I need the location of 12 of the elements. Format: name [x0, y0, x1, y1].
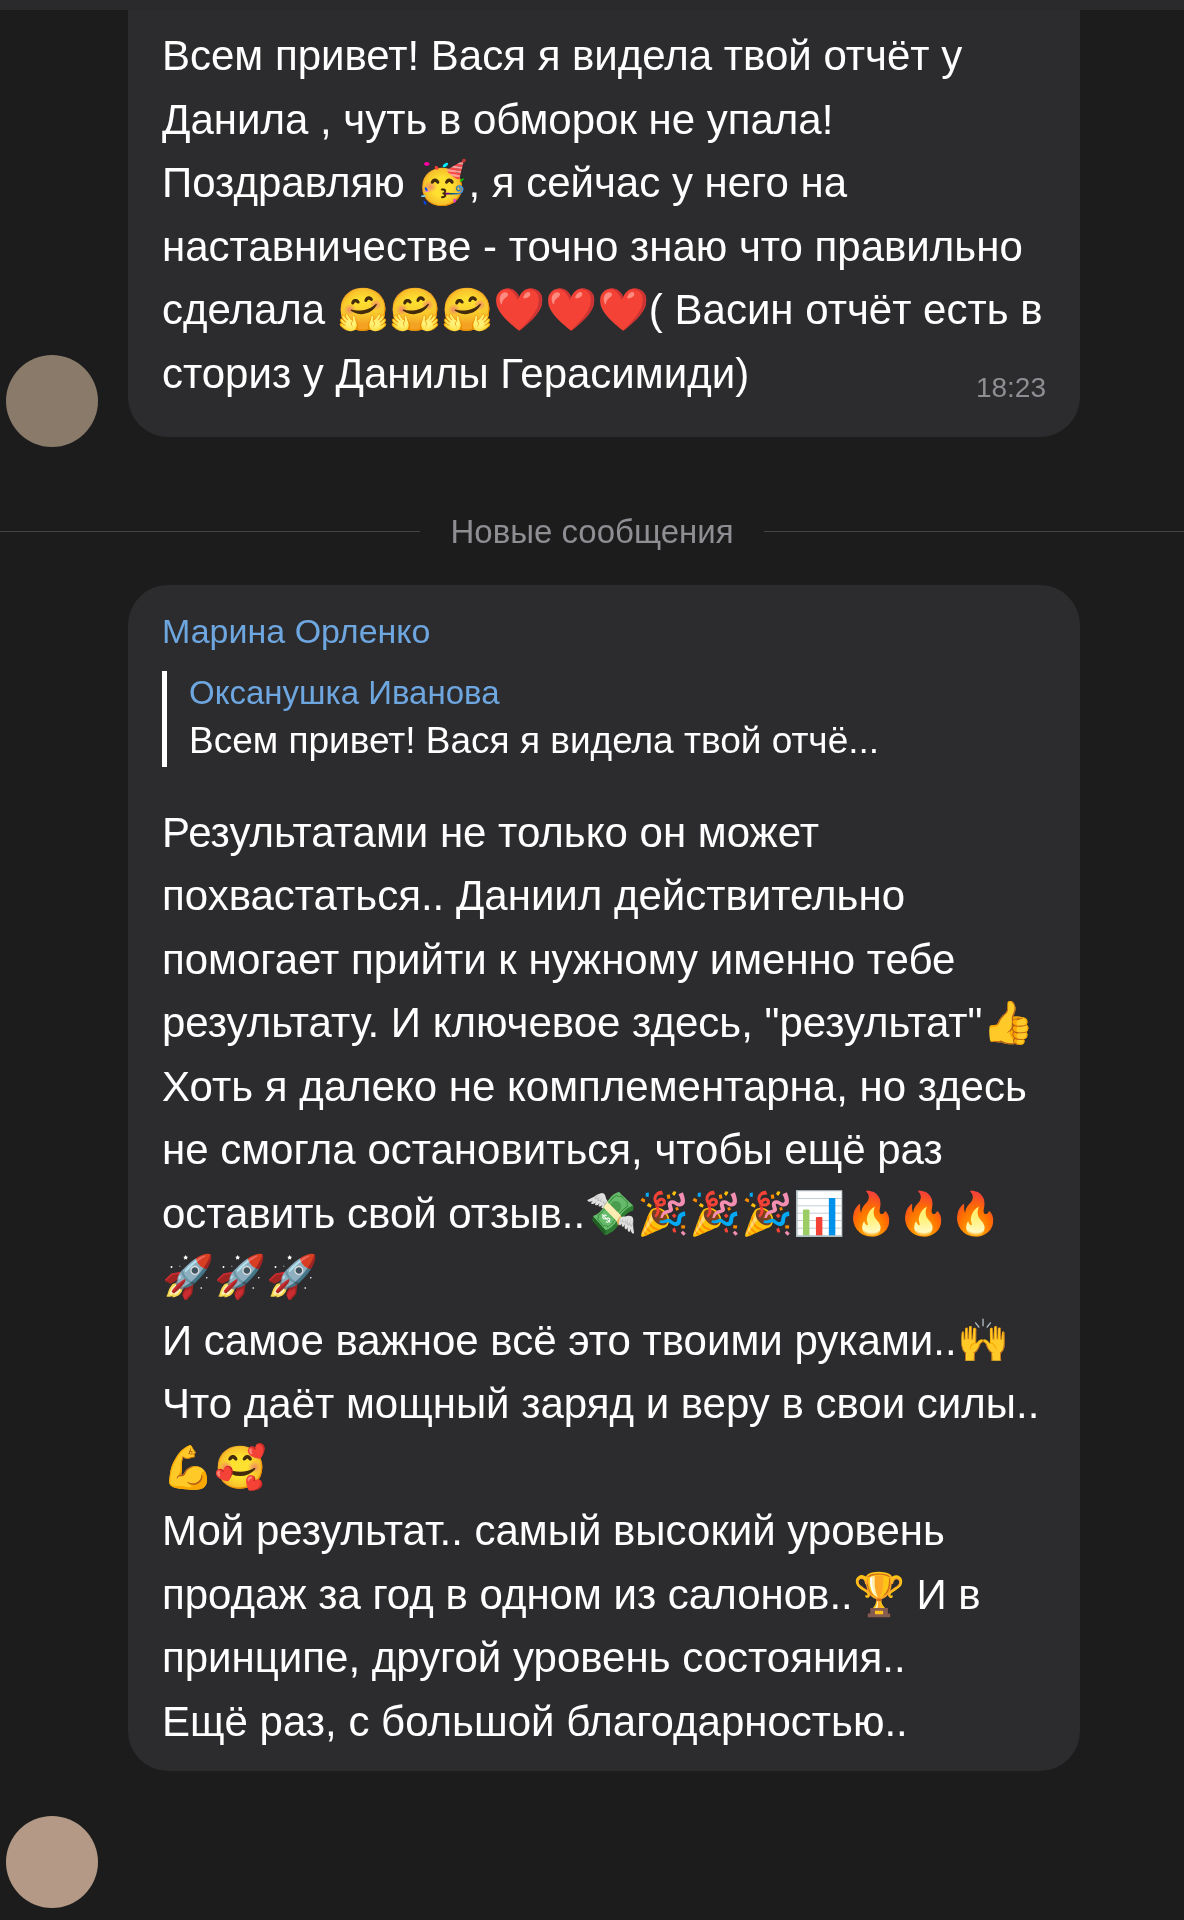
message-paragraph: Мой результат.. самый высокий уровень продаж за год в одном из салонов..🏆 И в принципе, другой уровень состояния.. [162, 1506, 982, 1683]
reply-quote[interactable]: Оксанушка Иванова Всем привет! Вася я видела твой отчё... [162, 670, 1046, 767]
message-paragraph: Хоть я далеко не комплементарна, но здесь не смогла остановиться, чтобы ещё раз оставить свой отзыв..💸🎉🎉🎉📊🔥🔥🔥🚀🚀🚀 [162, 1061, 1028, 1302]
quoted-sender: Оксанушка Иванова [189, 672, 501, 713]
message-paragraph: И самое важное всё это твоими руками..🙌 Что даёт мощный заряд и веру в свои силы..💪🥰 [162, 1315, 1041, 1493]
new-messages-label: Новые сообщения [450, 512, 734, 552]
message-paragraph: Результатами не только он может похвастаться.. Даниил действительно помогает прийти к нужному именно тебе результату. И ключевое здесь, "результат"👍 [162, 807, 1036, 1048]
message-time: 18:23 [975, 370, 1046, 405]
quoted-text: Всем привет! Вася я видела твой отчё... [189, 718, 881, 763]
sender-name[interactable]: Марина Орленко [162, 608, 1046, 653]
message-paragraph: Ещё раз, с большой благодарностью.. [162, 1696, 909, 1747]
message-text: Всем привет! Вася я видела твой отчёт у Данила , чуть в обморок не упала! Поздравляю 🥳, я сейчас у него на наставничестве - точно знаю что правильно сделала 🤗🤗🤗❤❤❤( Васин отчёт есть в сториз у Данилы Герасимиди) 18:23 [162, 24, 1046, 405]
